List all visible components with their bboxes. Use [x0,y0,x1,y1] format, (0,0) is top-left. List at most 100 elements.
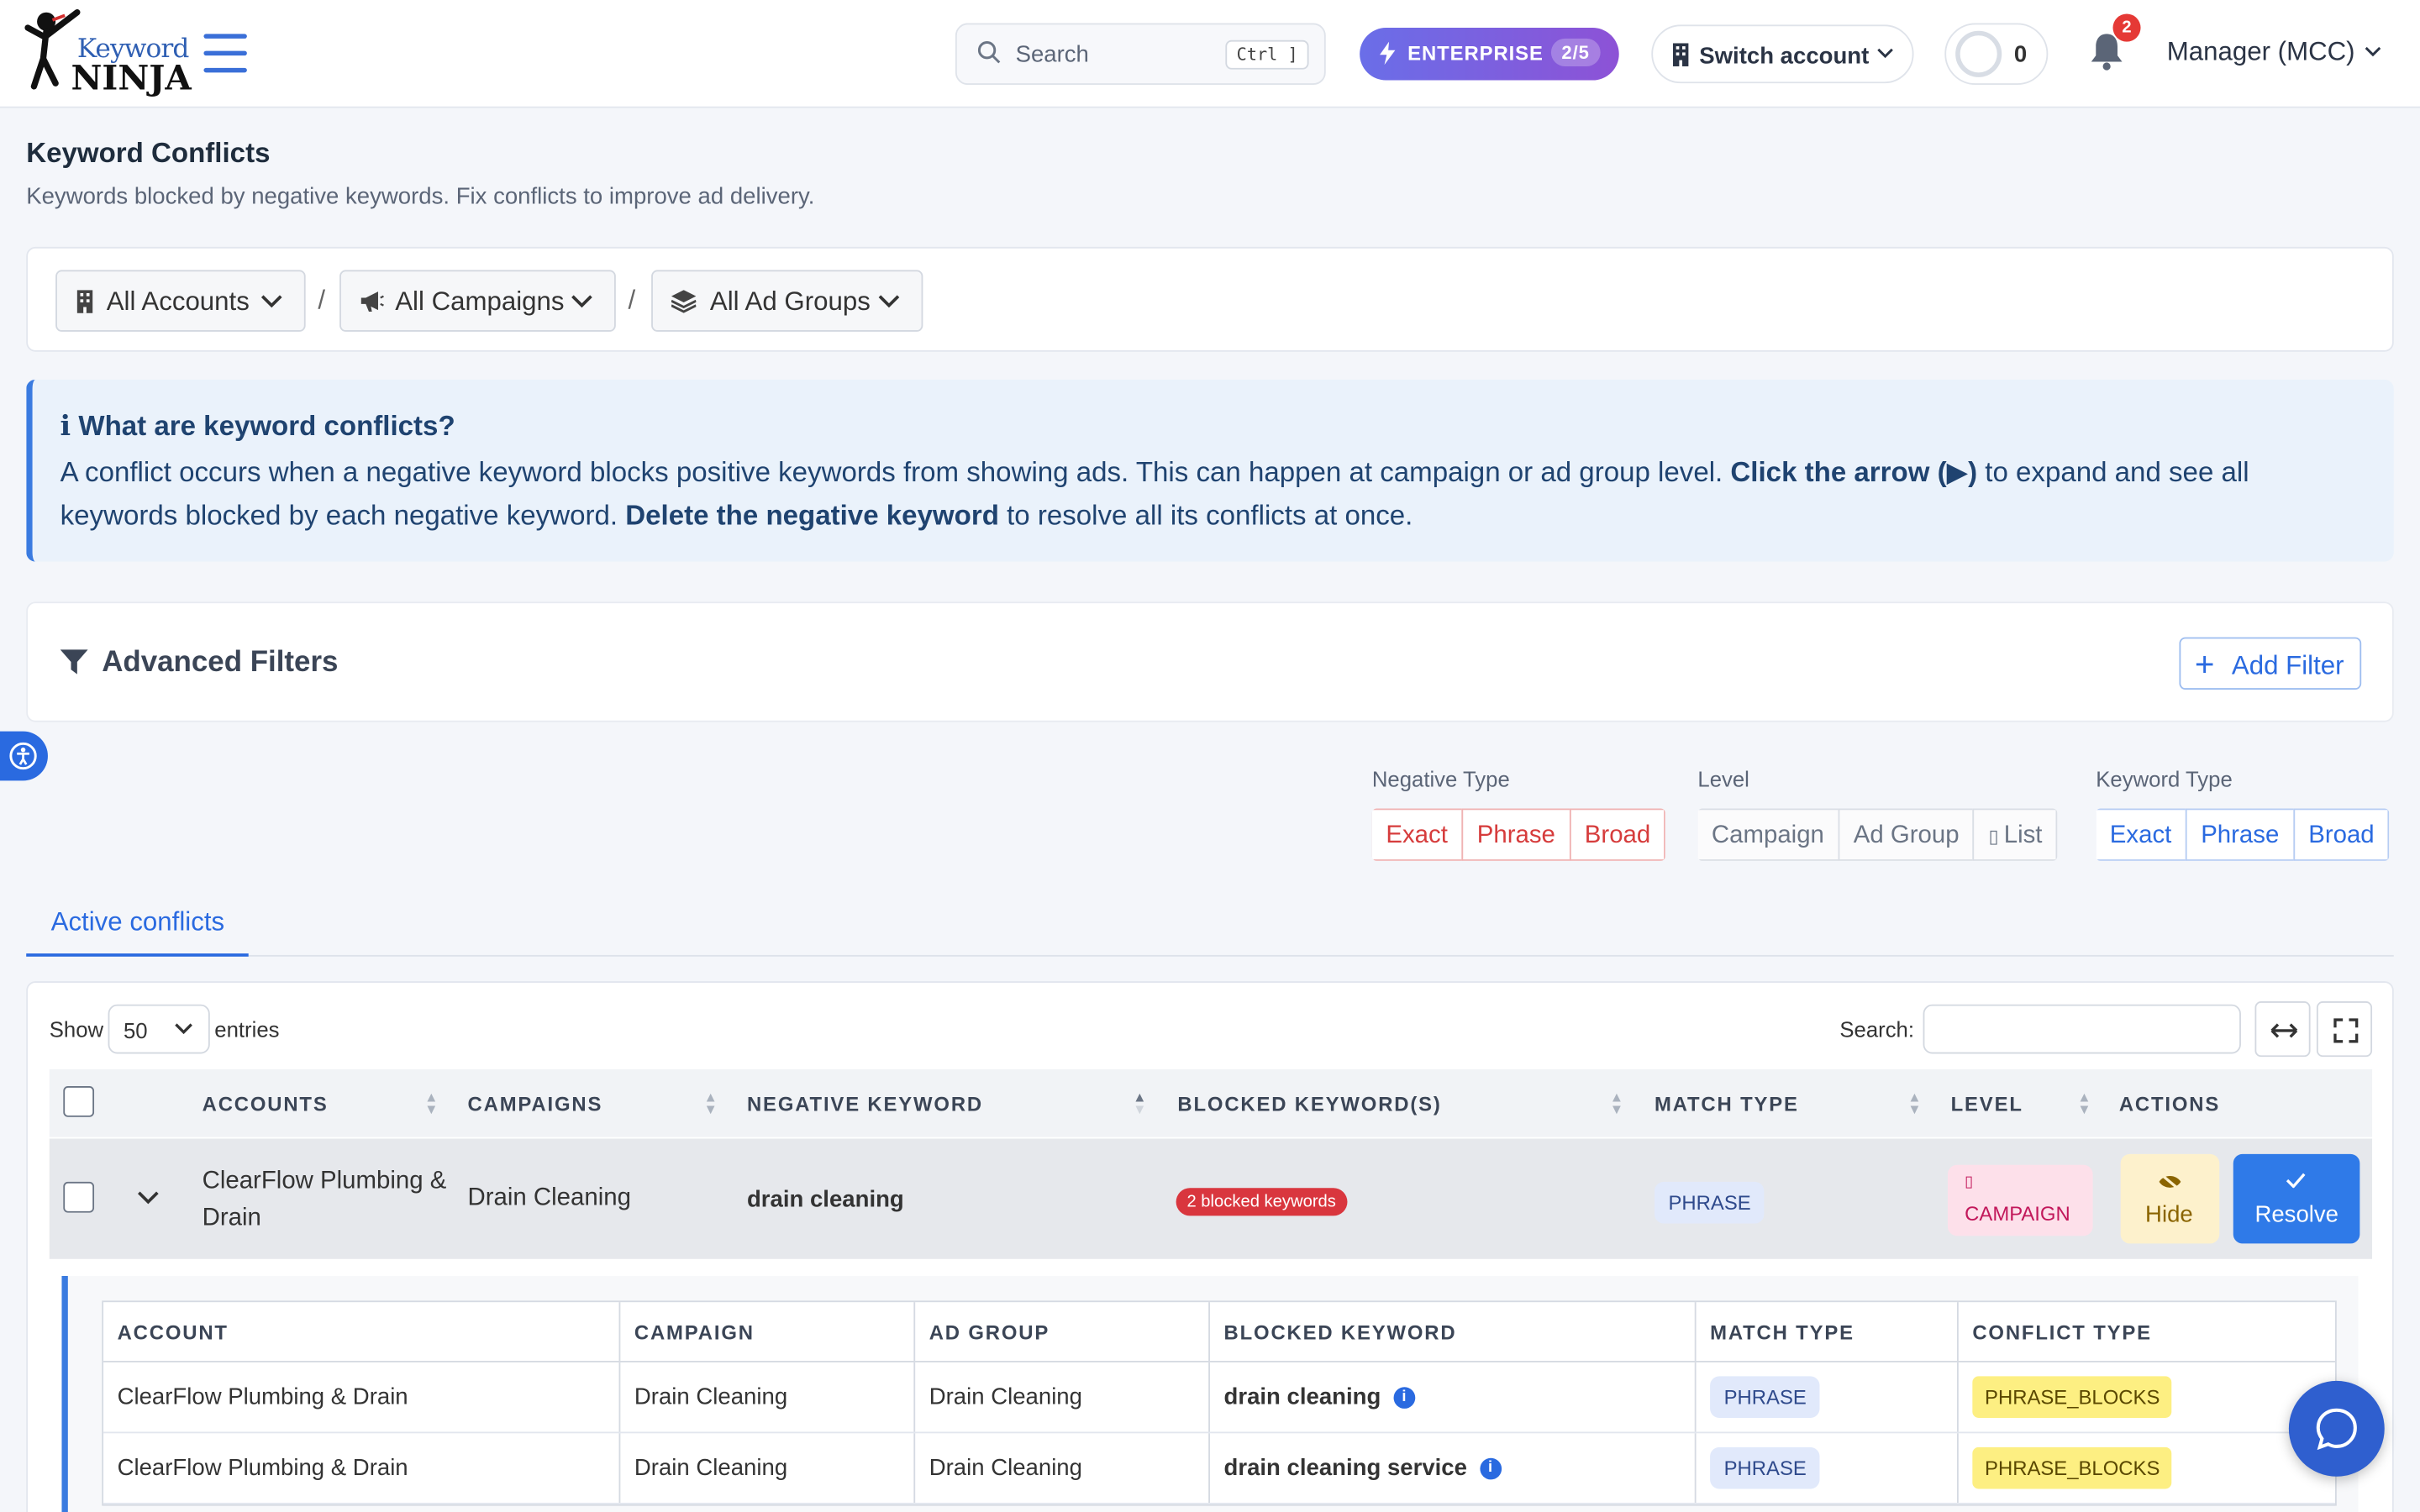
col-level[interactable]: LEVEL [1951,1092,2023,1116]
keyword-type-phrase[interactable]: Phrase [2185,808,2295,861]
col-blocked-keywords[interactable]: BLOCKED KEYWORD(S) [1177,1092,1441,1116]
sub-campaign: Drain Cleaning [618,1433,914,1503]
row-campaign: Drain Cleaning [467,1184,631,1211]
sort-icon: ▲ ▼ [703,1089,718,1117]
menu-icon[interactable] [203,34,247,74]
subtable-row: ClearFlow Plumbing & Drain Drain Cleanin… [103,1362,2338,1434]
user-name: Manager (MCC) [2166,37,2355,66]
chat-icon [2316,1408,2357,1451]
chevron-down-icon [2365,46,2381,57]
keyword-type-broad[interactable]: Broad [2292,808,2391,861]
tab-active-conflicts[interactable]: Active conflicts [26,895,250,957]
sub-account: ClearFlow Plumbing & Drain [117,1455,408,1482]
col-match-type[interactable]: MATCH TYPE [1655,1092,1799,1116]
switch-account-label: Switch account [1699,43,1870,70]
col-campaigns[interactable]: CAMPAIGNS [468,1092,603,1116]
level-ad-group[interactable]: Ad Group [1838,808,1975,861]
match-type-badge: PHRASE [1710,1376,1821,1418]
table-search-input[interactable] [1923,1004,2241,1054]
chevron-down-icon [571,295,592,308]
info-callout: ℹ What are keyword conflicts? A conflict… [26,379,2394,562]
sub-conflict-type: PHRASE_BLOCKS [1956,1362,2338,1432]
list-icon: ▯ [1988,825,2004,848]
user-menu[interactable]: Manager (MCC) [2166,37,2381,68]
sub-conflict-type: PHRASE_BLOCKS [1956,1433,2338,1503]
level-badge-label: CAMPAIGN [1965,1201,2070,1226]
hide-button[interactable]: Hide [2120,1153,2220,1244]
keyword-type-exact[interactable]: Exact [2096,808,2187,861]
page-size-select[interactable]: 50 [108,1004,210,1054]
col-accounts[interactable]: ACCOUNTS [203,1092,329,1116]
negative-type-exact[interactable]: Exact [1371,808,1464,861]
negative-type-label: Negative Type [1371,766,1510,792]
accessibility-button[interactable] [0,731,48,781]
scope-selector: All Accounts / All Campaigns / All Ad Gr… [26,246,2394,352]
top-bar: Keyword NINJA Search Ctrl ] ENTERPRISE 2… [0,0,2420,108]
keyword-type-label: Keyword Type [2096,766,2233,792]
match-type-badge: PHRASE [1710,1446,1821,1489]
subcol-campaign: CAMPAIGN [618,1302,914,1361]
sub-match-type: PHRASE [1694,1433,1957,1503]
tabs: Active conflicts [26,895,2394,957]
expanded-conflicts: ACCOUNT CAMPAIGN AD GROUP BLOCKED KEYWOR… [61,1275,2359,1512]
logo[interactable]: Keyword NINJA [24,6,192,102]
search-placeholder: Search [1015,41,1089,68]
sub-match-type: PHRASE [1694,1362,1957,1432]
hide-label: Hide [2145,1201,2193,1229]
chevron-down-icon [878,295,900,308]
resolve-button[interactable]: Resolve [2233,1153,2360,1244]
advanced-filters: Advanced Filters + Add Filter [26,601,2394,722]
info-icon[interactable]: i [1479,1457,1502,1479]
add-filter-button[interactable]: + Add Filter [2179,637,2362,690]
switch-account-button[interactable]: Switch account [1651,24,1914,84]
page-subtitle: Keywords blocked by negative keywords. F… [26,183,815,210]
megaphone-icon [360,291,384,312]
sort-asc-icon: ▲ ▼ [1133,1089,1147,1117]
chat-button[interactable] [2288,1380,2385,1477]
app-root: Keyword NINJA Search Ctrl ] ENTERPRISE 2… [0,0,2420,1512]
level-list[interactable]: ▯ List [1973,808,2058,861]
blocked-count-badge[interactable]: 2 blocked keywords [1176,1188,1347,1216]
row-account-line: ClearFlow Plumbing & [202,1168,447,1194]
logo-text-bottom: NINJA [71,58,192,99]
level-list-label: List [2003,822,2043,849]
negative-type-phrase[interactable]: Phrase [1461,808,1571,861]
chevron-down-icon[interactable] [137,1191,159,1205]
ad-groups-dropdown-label: All Ad Groups [709,286,871,317]
sub-ad-group: Drain Cleaning [913,1362,1208,1432]
eye-slash-icon [2159,1173,2181,1191]
flag-icon: ▯ [1965,1173,1974,1191]
level-campaign[interactable]: Campaign [1697,808,1840,861]
ad-groups-dropdown[interactable]: All Ad Groups [651,270,923,332]
add-filter-label: Add Filter [2231,651,2344,680]
negative-type-broad[interactable]: Broad [1569,808,1666,861]
notifications-button[interactable]: 2 [2086,13,2141,79]
subcol-account: ACCOUNT [117,1320,229,1343]
conflict-type-badge: PHRASE_BLOCKS [1972,1376,2173,1418]
page-title: Keyword Conflicts [26,137,271,169]
building-icon [76,290,93,313]
blocked-keywords-table: ACCOUNT CAMPAIGN AD GROUP BLOCKED KEYWOR… [102,1300,2338,1506]
info-icon[interactable]: i [1393,1386,1415,1409]
expand-width-button[interactable] [2254,1001,2311,1058]
accounts-dropdown[interactable]: All Accounts [55,270,306,332]
select-all-checkbox[interactable] [63,1086,95,1117]
plan-badge[interactable]: ENTERPRISE 2/5 [1360,28,1619,81]
sub-keyword-text: drain cleaning service [1223,1455,1467,1482]
row-account: ClearFlow Plumbing & Drain [203,1163,447,1237]
subcol-conflict-type: CONFLICT TYPE [1956,1302,2338,1361]
subcol-match-type: MATCH TYPE [1694,1302,1957,1361]
fullscreen-button[interactable] [2316,1001,2373,1058]
campaigns-dropdown[interactable]: All Campaigns [339,270,616,332]
row-negative-keyword: drain cleaning [746,1186,904,1213]
global-search[interactable]: Search Ctrl ] [955,23,1326,86]
plan-count: 2/5 [1550,38,1601,66]
keyword-type-toggle: Exact Phrase Broad [2096,808,2391,861]
building-icon [1673,43,1689,66]
row-checkbox[interactable] [63,1181,95,1213]
plan-label: ENTERPRISE [1407,41,1544,66]
bolt-icon [1380,41,1396,66]
col-negative-keyword[interactable]: NEGATIVE KEYWORD [747,1092,983,1116]
col-actions: ACTIONS [2118,1092,2221,1116]
credits-indicator[interactable]: 0 [1944,23,2049,86]
